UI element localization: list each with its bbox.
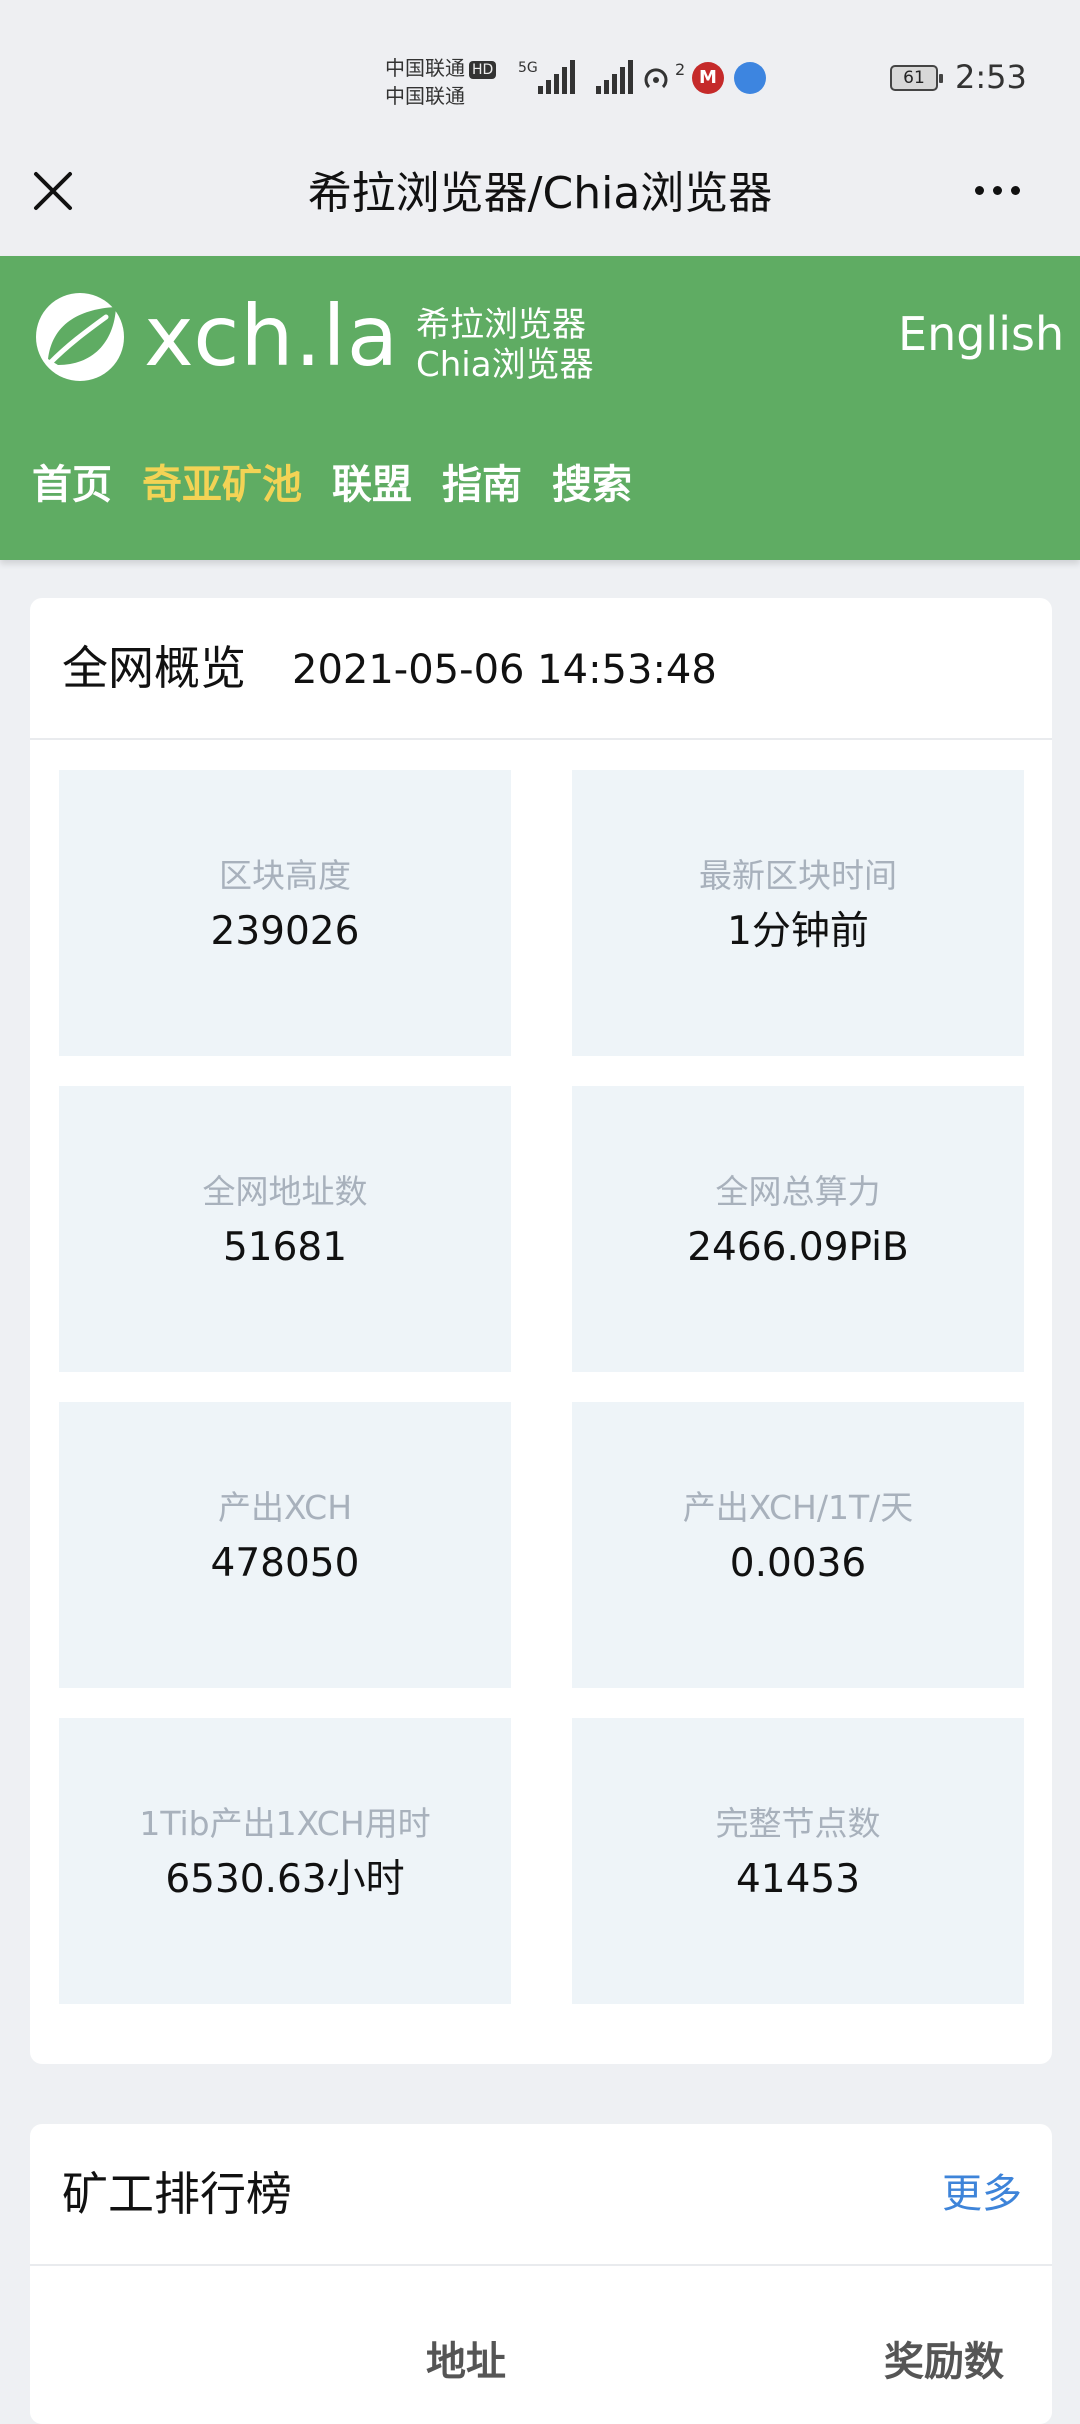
stat-label: 产出XCH (217, 1488, 353, 1527)
leaf-logo-icon[interactable] (34, 291, 126, 383)
network-type: 5G (518, 60, 538, 76)
column-header-address: 地址 (426, 2339, 506, 2385)
stat-netspace: 全网总算力 2466.09PiB (572, 1086, 1024, 1372)
globe-app-icon (734, 62, 766, 94)
battery-level: 61 (903, 68, 925, 88)
stat-value: 0.0036 (729, 1541, 867, 1586)
signal-icon-2 (596, 60, 633, 94)
stat-value: 1分钟前 (727, 909, 869, 954)
stat-label: 区块高度 (219, 856, 351, 895)
divider (30, 2264, 1052, 2266)
stat-latest-block-time: 最新区块时间 1分钟前 (572, 770, 1024, 1056)
stat-full-nodes: 完整节点数 41453 (572, 1718, 1024, 2004)
carrier-2: 中国联通 (385, 84, 465, 108)
stat-value: 41453 (735, 1857, 861, 1902)
stat-address-count: 全网地址数 51681 (59, 1086, 511, 1372)
ranking-title: 矿工排行榜 (62, 2167, 292, 2221)
signal-icon (538, 60, 575, 94)
ranking-more-link[interactable]: 更多 (942, 2164, 1022, 2224)
stat-label: 产出XCH/1T/天 (682, 1488, 914, 1527)
hd-badge: HD (469, 61, 497, 79)
carrier-1: 中国联通 (385, 56, 465, 80)
battery-icon: 61 (890, 65, 943, 91)
menu-chia-pool[interactable]: 奇亚矿池 (142, 455, 302, 515)
menu-guide[interactable]: 指南 (442, 455, 522, 515)
stat-xch-per-tb-day: 产出XCH/1T/天 0.0036 (572, 1402, 1024, 1688)
more-icon[interactable] (975, 175, 1035, 205)
menu-alliance[interactable]: 联盟 (332, 455, 412, 515)
stat-label: 最新区块时间 (699, 856, 897, 895)
site-subtitle-2: Chia浏览器 (416, 345, 594, 385)
network-overview-card: 全网概览 2021-05-06 14:53:48 区块高度 239026 最新区… (30, 598, 1052, 2064)
stat-value: 51681 (222, 1225, 348, 1270)
stat-value: 239026 (210, 909, 360, 954)
hotspot-count: 2 (675, 60, 686, 79)
site-subtitle: 希拉浏览器 Chia浏览器 (416, 305, 594, 385)
miner-ranking-card: 矿工排行榜 更多 地址 奖励数 (30, 2124, 1052, 2424)
site-menu: 首页 奇亚矿池 联盟 指南 搜索 (32, 455, 632, 515)
stat-block-height: 区块高度 239026 (59, 770, 511, 1056)
hotspot-icon (644, 68, 668, 89)
stat-label: 完整节点数 (715, 1804, 881, 1843)
stat-time-to-win: 1Tib产出1XCH用时 6530.63小时 (59, 1718, 511, 2004)
stat-xch-produced: 产出XCH 478050 (59, 1402, 511, 1688)
metro-app-icon: M (692, 62, 724, 94)
overview-title: 全网概览 (62, 641, 246, 695)
overview-timestamp: 2021-05-06 14:53:48 (292, 647, 717, 693)
stat-value: 6530.63小时 (165, 1857, 405, 1902)
stat-value: 478050 (210, 1541, 360, 1586)
stat-value: 2466.09PiB (687, 1225, 909, 1270)
menu-search[interactable]: 搜索 (552, 455, 632, 515)
site-subtitle-1: 希拉浏览器 (416, 305, 586, 345)
menu-home[interactable]: 首页 (32, 455, 112, 515)
overview-header: 全网概览 2021-05-06 14:53:48 (30, 598, 1052, 740)
carrier-info: 中国联通 HD 中国联通 (385, 54, 497, 110)
stat-label: 全网总算力 (715, 1172, 881, 1211)
language-toggle[interactable]: English (898, 304, 1064, 364)
site-logo[interactable]: xch.la (144, 288, 399, 384)
clock: 2:53 (955, 58, 1027, 96)
stat-label: 1Tib产出1XCH用时 (139, 1804, 431, 1843)
stat-label: 全网地址数 (202, 1172, 368, 1211)
nav-title: 希拉浏览器/Chia浏览器 (307, 168, 773, 219)
column-header-reward: 奖励数 (884, 2339, 1004, 2385)
